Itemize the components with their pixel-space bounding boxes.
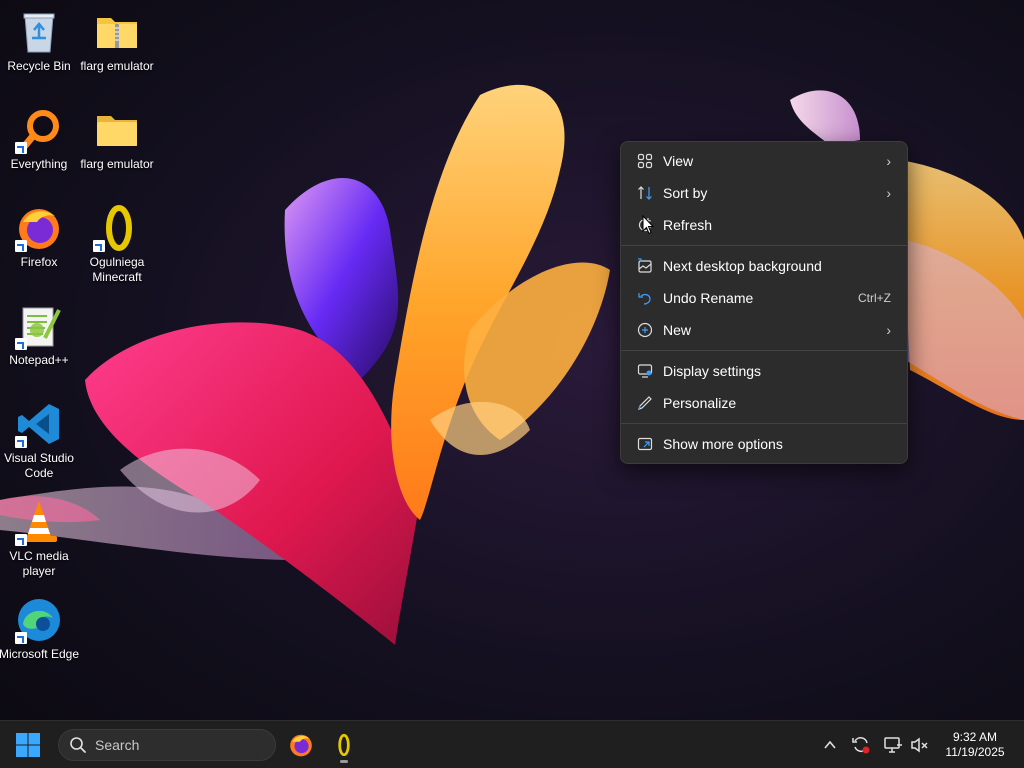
- chevron-up-icon: [824, 740, 836, 749]
- desktop-icon-everything[interactable]: Everything: [0, 106, 82, 172]
- taskbar-clock[interactable]: 9:32 AM 11/19/2025: [936, 730, 1014, 760]
- clock-time: 9:32 AM: [952, 730, 998, 744]
- desktop-icon-label: Recycle Bin: [7, 59, 71, 73]
- menu-item-label: Refresh: [663, 217, 713, 233]
- menu-item-label: New: [663, 322, 692, 338]
- menu-item-label: View: [663, 153, 694, 169]
- desktop-icon-ogulniega-minecraft[interactable]: Ogulniega Minecraft: [74, 204, 160, 285]
- taskbar-firefox[interactable]: [285, 729, 317, 761]
- menu-item-next-desktop-background[interactable]: Next desktop background: [621, 250, 907, 282]
- desktop-icon-flarg-emulator-zip[interactable]: flarg emulator: [74, 8, 160, 74]
- menu-item-label: Show more options: [663, 436, 783, 452]
- tray-volume[interactable]: [909, 735, 929, 755]
- tray-network[interactable]: [883, 735, 903, 755]
- desktop-context-menu: View › Sort by › Refresh Next desktop ba…: [620, 141, 908, 464]
- display-icon: [635, 361, 655, 381]
- menu-item-label: Display settings: [663, 363, 762, 379]
- more-options-icon: [635, 434, 655, 454]
- pen-icon: [635, 393, 655, 413]
- menu-separator: [621, 245, 907, 246]
- menu-item-display-settings[interactable]: Display settings: [621, 355, 907, 387]
- tray-sync-status[interactable]: [851, 735, 871, 755]
- menu-item-label: Sort by: [663, 185, 708, 201]
- notepad-plus-plus-icon: [15, 302, 63, 350]
- desktop-icon-label: Everything: [10, 157, 68, 171]
- shortcut-arrow-icon: [15, 142, 27, 154]
- menu-item-label: Next desktop background: [663, 258, 822, 274]
- desktop-icon-firefox[interactable]: Firefox: [0, 204, 82, 270]
- search-icon: [70, 737, 86, 753]
- firefox-icon: [15, 204, 63, 252]
- desktop-icon-label: VLC media player: [9, 549, 69, 578]
- volume-muted-icon: [911, 737, 928, 753]
- shortcut-arrow-icon: [93, 240, 105, 252]
- menu-item-personalize[interactable]: Personalize: [621, 387, 907, 419]
- shortcut-arrow-icon: [15, 632, 27, 644]
- desktop-icon-vscode[interactable]: Visual Studio Code: [0, 400, 82, 481]
- windows-logo-icon: [16, 733, 40, 757]
- menu-item-label: Personalize: [663, 395, 737, 411]
- desktop-icon-label: Notepad++: [9, 353, 69, 367]
- network-icon: [884, 737, 902, 753]
- edge-icon: [15, 596, 63, 644]
- chevron-right-icon: ›: [886, 322, 891, 338]
- menu-item-refresh[interactable]: Refresh: [621, 209, 907, 241]
- clock-date: 11/19/2025: [945, 745, 1005, 759]
- show-hidden-icons-button[interactable]: [820, 735, 840, 755]
- menu-item-show-more-options[interactable]: Show more options: [621, 428, 907, 460]
- menu-separator: [621, 423, 907, 424]
- firefox-icon: [290, 734, 312, 757]
- desktop-icon-recycle-bin[interactable]: Recycle Bin: [0, 8, 82, 74]
- mouse-cursor-icon: [642, 215, 654, 235]
- taskbar-search-box[interactable]: Search: [58, 729, 276, 761]
- menu-item-shortcut: Ctrl+Z: [858, 291, 891, 305]
- menu-item-undo-rename[interactable]: Undo Rename Ctrl+Z: [621, 282, 907, 314]
- new-icon: [635, 320, 655, 340]
- ogulniega-launcher-icon: [338, 733, 350, 757]
- grid-icon: [635, 151, 655, 171]
- search-placeholder: Search: [95, 737, 140, 753]
- shortcut-arrow-icon: [15, 338, 27, 350]
- vscode-icon: [15, 400, 63, 448]
- background-icon: [635, 256, 655, 276]
- running-indicator: [340, 760, 348, 763]
- desktop-icon-label: Visual Studio Code: [4, 451, 74, 480]
- menu-item-new[interactable]: New ›: [621, 314, 907, 346]
- desktop-icon-microsoft-edge[interactable]: Microsoft Edge: [0, 596, 82, 662]
- taskbar-ogulniega[interactable]: [328, 729, 360, 763]
- folder-icon: [93, 106, 141, 154]
- desktop-icon-label: flarg emulator: [80, 59, 154, 73]
- shortcut-arrow-icon: [15, 240, 27, 252]
- menu-item-view[interactable]: View ›: [621, 145, 907, 177]
- desktop-icon-flarg-emulator-folder[interactable]: flarg emulator: [74, 106, 160, 172]
- shortcut-arrow-icon: [15, 436, 27, 448]
- zip-folder-icon: [93, 8, 141, 56]
- everything-search-icon: [15, 106, 63, 154]
- start-button[interactable]: [14, 731, 42, 759]
- ogulniega-launcher-icon: [93, 204, 141, 252]
- desktop-icon-vlc[interactable]: VLC media player: [0, 498, 82, 579]
- desktop-icon-label: flarg emulator: [80, 157, 154, 171]
- menu-separator: [621, 350, 907, 351]
- undo-icon: [635, 288, 655, 308]
- chevron-right-icon: ›: [886, 185, 891, 201]
- sync-alert-icon: [852, 737, 870, 754]
- sort-icon: [635, 183, 655, 203]
- vlc-cone-icon: [15, 498, 63, 546]
- menu-item-label: Undo Rename: [663, 290, 754, 306]
- desktop-icon-label: Microsoft Edge: [0, 647, 80, 661]
- desktop-icon-label: Firefox: [20, 255, 58, 269]
- desktop-icon-notepad-plus-plus[interactable]: Notepad++: [0, 302, 82, 368]
- recycle-bin-icon: [15, 8, 63, 56]
- menu-item-sort-by[interactable]: Sort by ›: [621, 177, 907, 209]
- desktop-icon-label: Ogulniega Minecraft: [89, 255, 145, 284]
- shortcut-arrow-icon: [15, 534, 27, 546]
- chevron-right-icon: ›: [886, 153, 891, 169]
- taskbar: Search 9:32 AM 11/19/2025: [0, 720, 1024, 768]
